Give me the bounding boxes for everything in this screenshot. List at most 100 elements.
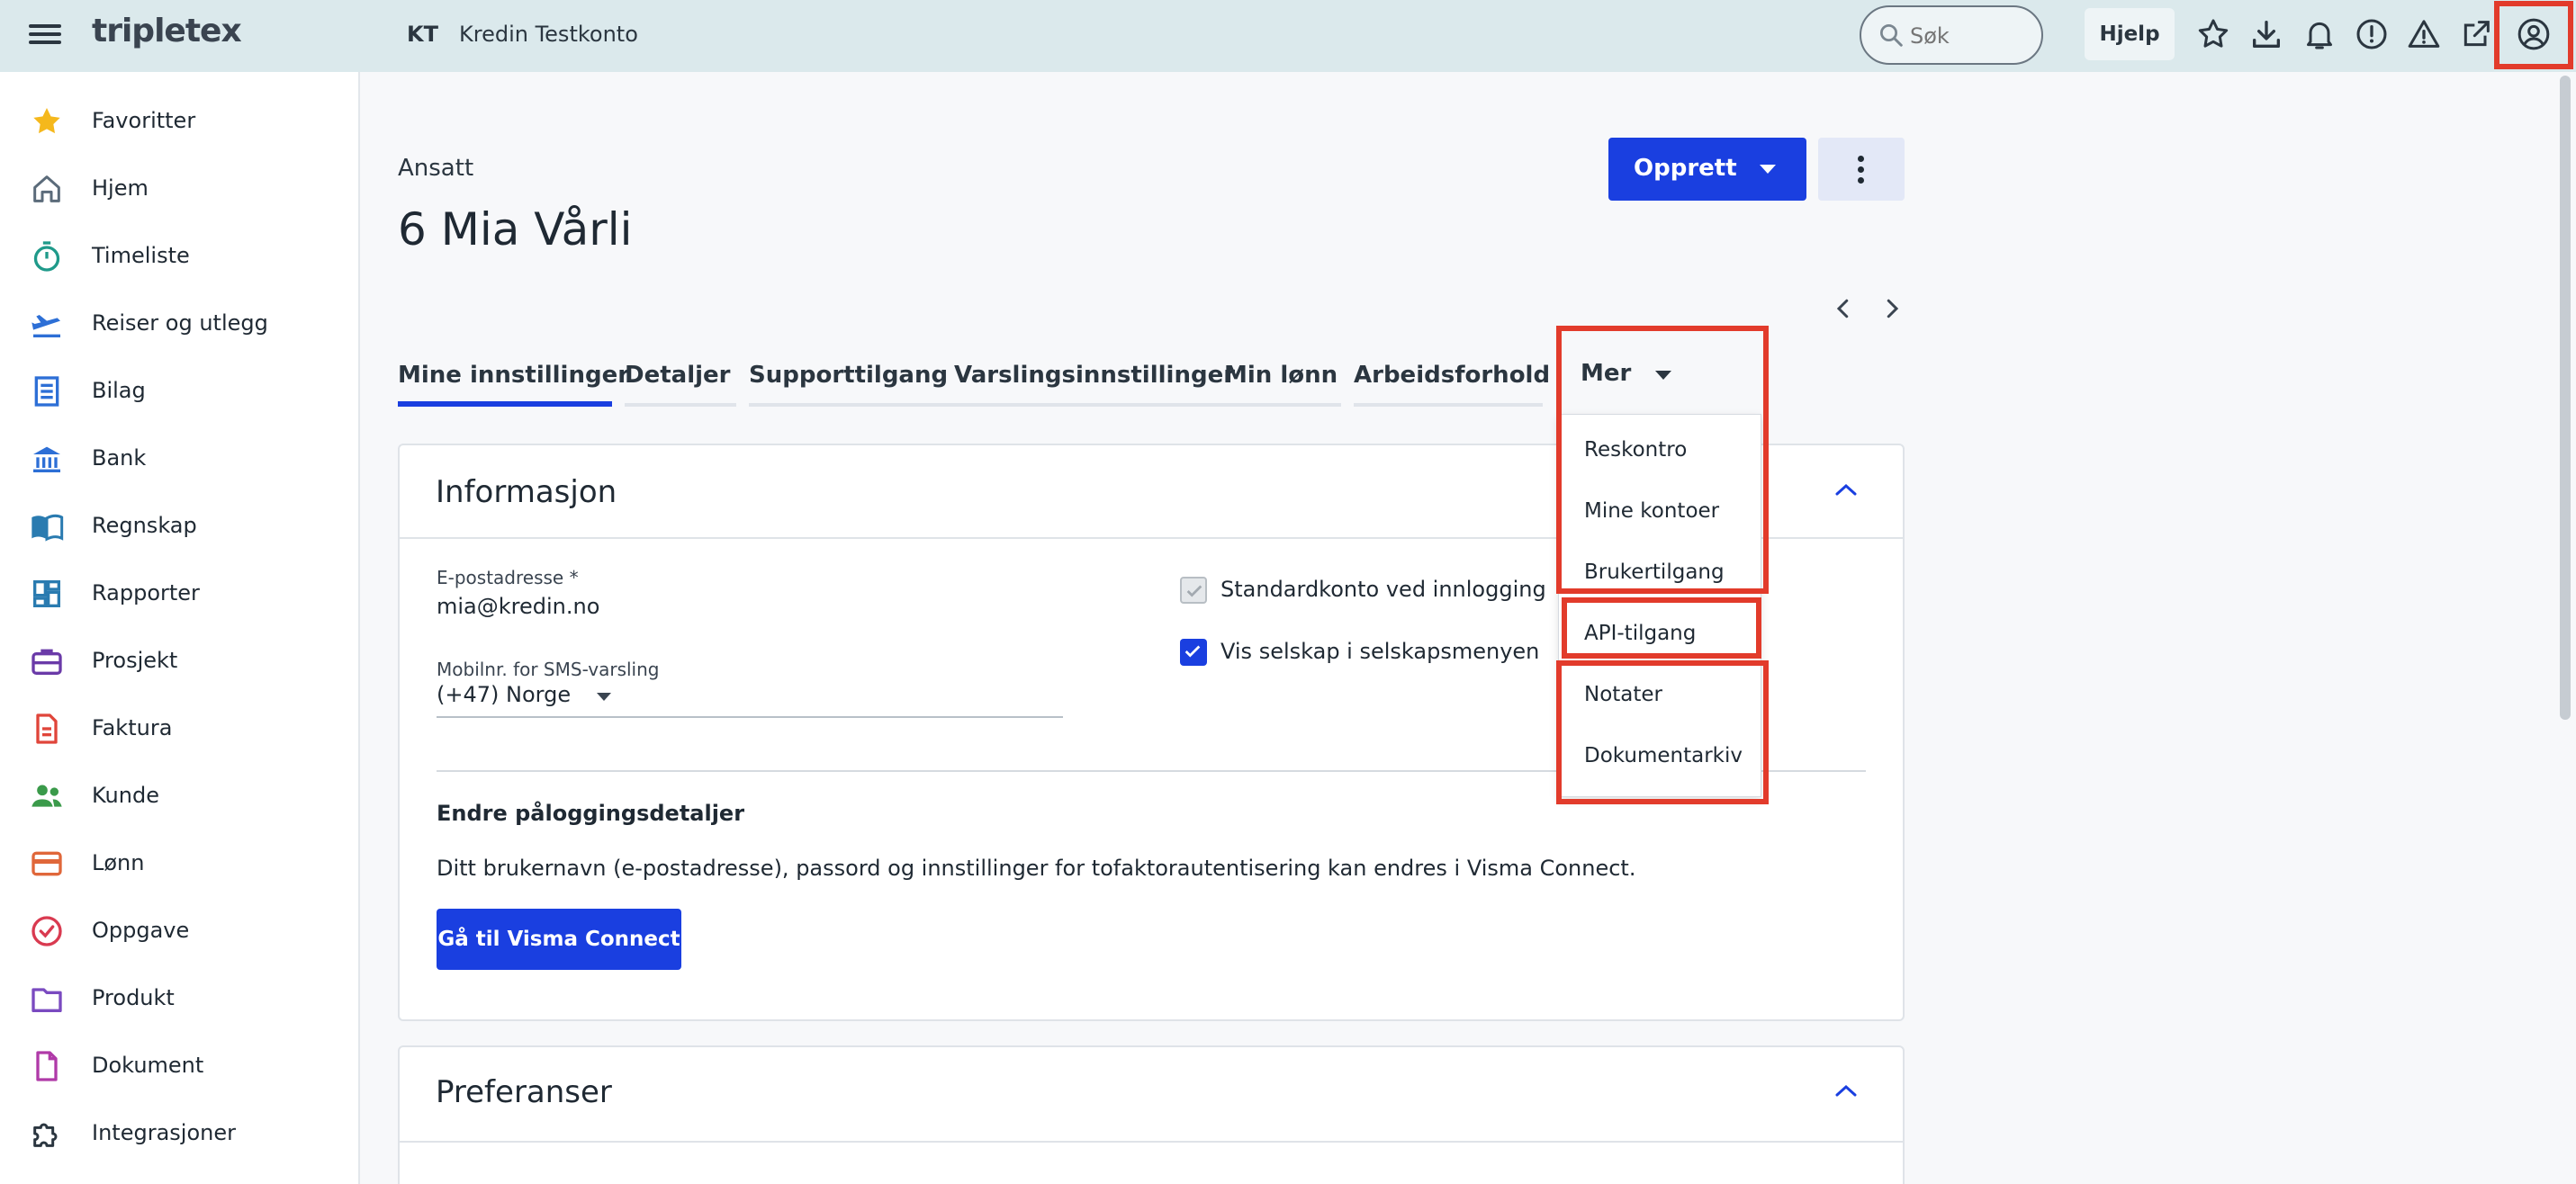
chevron-down-icon[interactable]	[1760, 165, 1776, 174]
sidebar-item-label: Integrasjoner	[92, 1120, 236, 1145]
create-button-label: Opprett	[1634, 155, 1737, 182]
invoice-icon	[29, 711, 65, 747]
puzzle-icon	[29, 1116, 65, 1152]
dashboard-icon	[29, 576, 65, 612]
star-icon	[29, 103, 65, 139]
chevron-up-icon[interactable]	[1834, 1083, 1858, 1098]
mer-menu-highlight	[1556, 326, 1769, 594]
book-icon	[29, 508, 65, 544]
card-icon	[29, 846, 65, 882]
download-icon[interactable]	[2248, 16, 2284, 52]
sidebar-item-regnskap[interactable]: Regnskap	[0, 495, 360, 551]
tab-min-lonn[interactable]: Min lønn	[1224, 360, 1341, 407]
show-company-label: Vis selskap i selskapsmenyen	[1220, 639, 1540, 664]
people-icon	[29, 778, 65, 814]
menu-icon[interactable]	[29, 20, 61, 52]
search-icon	[1880, 24, 1903, 47]
create-button[interactable]: Opprett	[1608, 138, 1806, 201]
sidebar-item-label: Timeliste	[92, 243, 190, 268]
sidebar-item-favoritter[interactable]: Favoritter	[0, 90, 360, 146]
help-button[interactable]: Hjelp	[2085, 8, 2175, 60]
sidebar-item-hjem[interactable]: Hjem	[0, 157, 360, 213]
sidebar-item-reiser-og-utlegg[interactable]: Reiser og utlegg	[0, 292, 360, 348]
account-abbreviation[interactable]: KT	[407, 22, 438, 47]
mobile-country-select[interactable]: (+47) Norge	[437, 682, 1063, 718]
tab-label: Min lønn	[1224, 362, 1338, 389]
tab-label: Supporttilgang	[749, 362, 949, 389]
sidebar-item-dokument[interactable]: Dokument	[0, 1035, 360, 1090]
menu-bottom-highlight	[1556, 660, 1769, 804]
star-icon[interactable]	[2195, 16, 2231, 52]
login-section-text: Ditt brukernavn (e-postadresse), passord…	[437, 856, 1636, 881]
briefcase-icon	[29, 643, 65, 679]
sidebar-item-label: Bank	[92, 445, 147, 471]
document-icon	[29, 1048, 65, 1084]
page-title: 6 Mia Vårli	[398, 203, 633, 256]
sidebar-item-label: Produkt	[92, 985, 175, 1010]
sidebar-item-prosjekt[interactable]: Prosjekt	[0, 630, 360, 686]
sidebar-item-lonn[interactable]: Lønn	[0, 832, 360, 888]
tab-varslingsinnstillinger[interactable]: Varslingsinnstillinger	[954, 360, 1236, 407]
sidebar-item-label: Prosjekt	[92, 648, 178, 673]
sidebar-item-label: Rapporter	[92, 580, 200, 605]
show-company-checkbox[interactable]	[1180, 639, 1207, 666]
sidebar-item-label: Dokument	[92, 1053, 204, 1078]
sidebar-item-produkt[interactable]: Produkt	[0, 967, 360, 1023]
external-link-icon[interactable]	[2458, 16, 2494, 52]
chevron-down-icon	[597, 693, 611, 701]
plane-icon	[29, 306, 65, 342]
scrollbar[interactable]	[2560, 76, 2571, 720]
tab-supporttilgang[interactable]: Supporttilgang	[749, 360, 954, 407]
tab-arbeidsforhold[interactable]: Arbeidsforhold	[1354, 360, 1550, 407]
search-input[interactable]	[1910, 20, 2027, 52]
tab-label: Arbeidsforhold	[1354, 362, 1551, 389]
info-alert-icon[interactable]	[2354, 16, 2390, 52]
info-card-title: Informasjon	[436, 474, 617, 510]
sidebar-item-label: Bilag	[92, 378, 146, 403]
sidebar-item-bilag[interactable]: Bilag	[0, 360, 360, 416]
login-section-title: Endre påloggingsdetaljer	[437, 801, 745, 826]
chevron-left-icon[interactable]	[1830, 295, 1857, 322]
tab-label: Mine innstillinger	[398, 362, 630, 389]
sidebar-item-label: Favoritter	[92, 108, 196, 133]
app-logo[interactable]: tripletex	[92, 13, 242, 49]
search-box[interactable]	[1860, 5, 2043, 65]
sidebar-item-kunde[interactable]: Kunde	[0, 765, 360, 821]
visma-connect-button[interactable]: Gå til Visma Connect	[437, 909, 681, 970]
sidebar-item-label: Lønn	[92, 850, 145, 875]
sidebar-item-label: Regnskap	[92, 513, 197, 538]
page-subtitle: Ansatt	[398, 155, 474, 182]
check-circle-icon	[29, 913, 65, 949]
sidebar-item-oppgave[interactable]: Oppgave	[0, 900, 360, 955]
profile-highlight	[2494, 1, 2573, 69]
preferences-card-title: Preferanser	[436, 1074, 612, 1110]
warning-icon[interactable]	[2406, 16, 2442, 52]
home-icon	[29, 171, 65, 207]
tab-label: Varslingsinnstillinger	[954, 362, 1236, 389]
chevron-up-icon[interactable]	[1834, 482, 1858, 497]
sidebar-item-label: Oppgave	[92, 918, 190, 943]
top-bar: tripletex KT Kredin Testkonto Hjelp	[0, 0, 2576, 72]
sidebar-item-faktura[interactable]: Faktura	[0, 697, 360, 753]
sidebar-item-label: Reiser og utlegg	[92, 310, 268, 336]
folder-icon	[29, 981, 65, 1017]
sidebar-item-label: Kunde	[92, 783, 159, 808]
account-name[interactable]: Kredin Testkonto	[459, 22, 638, 47]
more-options-button[interactable]	[1818, 138, 1905, 201]
mobile-country-value: (+47) Norge	[437, 682, 572, 707]
email-field[interactable]: mia@kredin.no	[437, 594, 599, 619]
tab-detaljer[interactable]: Detaljer	[625, 360, 736, 407]
mobile-label: Mobilnr. for SMS-varsling	[437, 659, 660, 680]
sidebar-item-integrasjoner[interactable]: Integrasjoner	[0, 1102, 360, 1158]
default-account-checkbox[interactable]	[1180, 577, 1207, 604]
sidebar-item-bank[interactable]: Bank	[0, 427, 360, 483]
tab-label: Detaljer	[625, 362, 731, 389]
tab-mine-innstillinger[interactable]: Mine innstillinger	[398, 360, 629, 407]
sidebar-item-rapporter[interactable]: Rapporter	[0, 562, 360, 618]
preferences-card: Preferanser	[398, 1045, 1905, 1184]
chevron-right-icon[interactable]	[1878, 295, 1905, 322]
bell-icon[interactable]	[2301, 16, 2337, 52]
sidebar-item-label: Hjem	[92, 175, 149, 201]
sidebar-item-timeliste[interactable]: Timeliste	[0, 225, 360, 281]
bank-icon	[29, 441, 65, 477]
